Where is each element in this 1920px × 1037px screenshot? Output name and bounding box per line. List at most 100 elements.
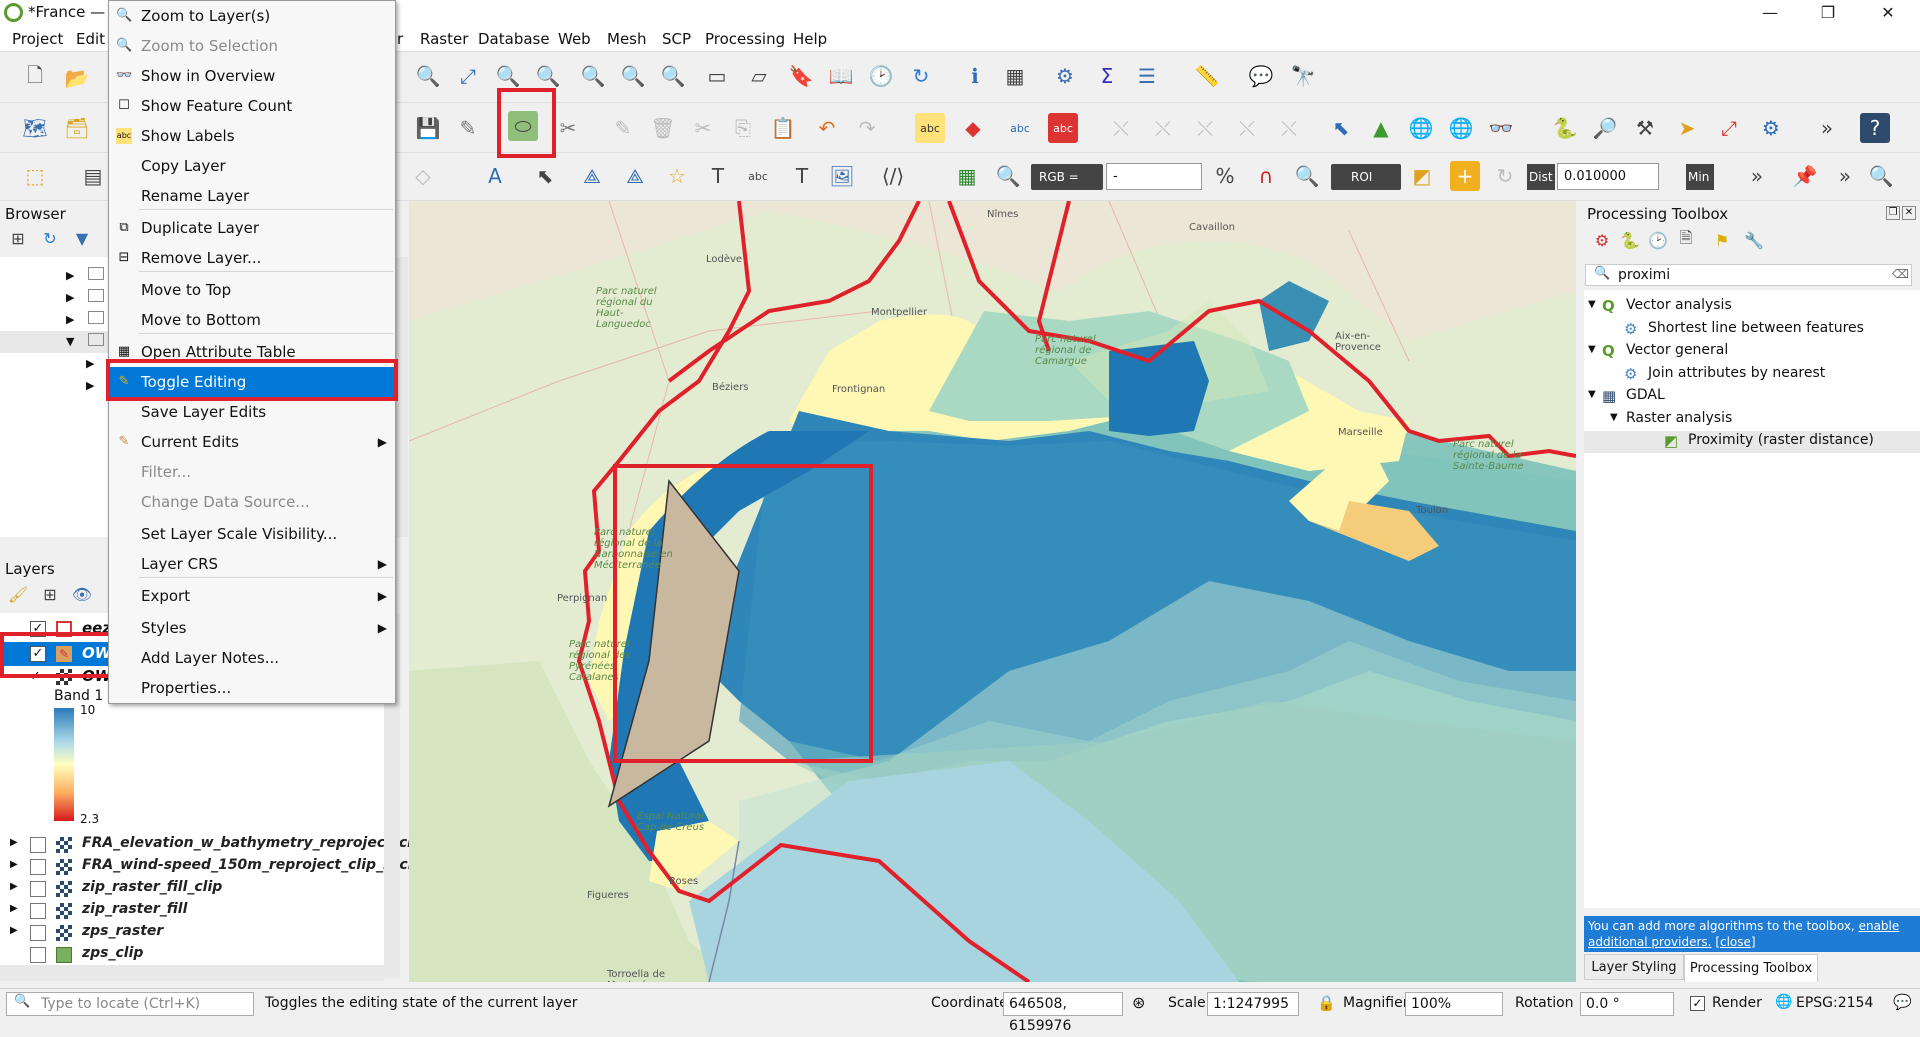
expand-arrow-icon[interactable]: ▶	[66, 313, 74, 326]
zoom-layer-icon[interactable]: 🔍	[493, 61, 523, 91]
toolbox-tree-item[interactable]: ▼ ▦ GDAL	[1584, 386, 1920, 408]
pointer-icon[interactable]: ⤢	[1714, 113, 1744, 143]
map-tips-icon[interactable]: 🔭	[1288, 61, 1318, 91]
locator-input[interactable]: Type to locate (Ctrl+K)	[6, 992, 254, 1016]
magnifier-field[interactable]: 100%	[1405, 992, 1503, 1016]
help-icon[interactable]: ?	[1860, 113, 1890, 143]
cut-icon[interactable]: ✂	[688, 113, 718, 143]
label-pin-icon[interactable]: abc	[1005, 113, 1035, 143]
layer-row[interactable]: ▶ zip_raster_fill_clip	[0, 878, 384, 900]
modify-attributes-icon[interactable]: ✎	[608, 113, 638, 143]
visibility-icon[interactable]: 👁	[69, 581, 95, 607]
toolbox-tree-item[interactable]: ⚙ Join attributes by nearest	[1584, 364, 1920, 386]
expand-arrow-icon[interactable]: ▶	[86, 379, 94, 392]
tools-icon[interactable]: ⚒	[1630, 113, 1660, 143]
roi-zoom-icon[interactable]: 🔍	[1292, 161, 1322, 191]
select-icon[interactable]: ⬚	[20, 161, 50, 191]
copy-icon[interactable]: ⎘	[728, 113, 758, 143]
undo-icon[interactable]: ↶	[812, 113, 842, 143]
menu-edit[interactable]: Edit	[76, 30, 105, 48]
zoom-next-icon[interactable]: 🔍	[658, 61, 688, 91]
abc-icon[interactable]: abc	[743, 161, 773, 191]
menu-processing[interactable]: Processing	[705, 30, 785, 48]
context-item-show-labels[interactable]: abc Show Labels	[109, 121, 395, 151]
layer-row[interactable]: zps_clip	[0, 944, 384, 966]
context-item-properties[interactable]: Properties...	[109, 673, 395, 703]
rotation-field[interactable]: 0.0 °	[1580, 992, 1674, 1016]
results-icon[interactable]: 🗎	[1673, 227, 1699, 253]
layer-row[interactable]: ▶ zip_raster_fill	[0, 900, 384, 922]
context-item-zoom-to-layer-s[interactable]: 🔍 Zoom to Layer(s)	[109, 1, 395, 31]
context-item-set-layer-scale-visibility[interactable]: Set Layer Scale Visibility...	[109, 519, 395, 549]
collapse-arrow-icon[interactable]: ▼	[1588, 389, 1596, 400]
map-canvas[interactable]: Nîmes Montpellier Lodève Parc naturel régio…	[409, 201, 1576, 982]
coordinate-field[interactable]: 646508, 6159976	[1003, 992, 1123, 1034]
bookmarks-icon[interactable]: 📖	[826, 61, 856, 91]
scp-zoom-icon[interactable]: 🔍	[993, 161, 1023, 191]
menu-scp[interactable]: SCP	[662, 30, 691, 48]
new-3d-view-icon[interactable]: ▱	[744, 61, 774, 91]
new-project-icon[interactable]: 🗋	[20, 63, 50, 93]
node-icon[interactable]: ⟁	[577, 161, 607, 191]
models-icon[interactable]: ⚙	[1589, 227, 1615, 253]
expand-arrow-icon[interactable]: ▶	[10, 925, 18, 936]
toolbar-more-icon[interactable]: »	[1812, 113, 1842, 143]
layers-hscrollbar[interactable]	[0, 965, 384, 981]
processing-gear-icon[interactable]: ⚙	[1050, 61, 1080, 91]
context-item-move-to-bottom[interactable]: Move to Bottom	[109, 305, 395, 335]
table-icon[interactable]: ☰	[1132, 61, 1162, 91]
edge-icon[interactable]: ⟁	[620, 161, 650, 191]
zoom-out-icon[interactable]: 🔍	[413, 61, 443, 91]
close-button[interactable]: ✕	[1865, 1, 1911, 25]
context-item-current-edits[interactable]: ✎ Current Edits ▶	[109, 427, 395, 457]
layer-style-icon[interactable]: 🖌	[5, 581, 31, 607]
delete-selected-icon[interactable]: 🗑	[648, 113, 678, 143]
annotation-icon[interactable]: 💬	[1246, 61, 1276, 91]
collapse-arrow-icon[interactable]: ▼	[1588, 299, 1596, 310]
tab-layer-styling[interactable]: Layer Styling	[1584, 954, 1684, 980]
python-icon[interactable]: 🐍	[1550, 113, 1580, 143]
options-wrench-icon[interactable]: 🔧	[1741, 227, 1767, 253]
collapse-arrow-icon[interactable]: ▼	[66, 335, 74, 348]
toolbox-tree-item[interactable]: ▼ Q Vector general	[1584, 341, 1920, 363]
label-move-icon[interactable]: ⤬	[1106, 113, 1136, 143]
cursor-icon[interactable]: ⬉	[530, 161, 560, 191]
layer-checkbox[interactable]	[30, 925, 46, 941]
digitize-icon[interactable]: ✎	[453, 113, 483, 143]
measure-icon[interactable]: 📏	[1192, 61, 1222, 91]
zoom-full-icon[interactable]: ⤢	[453, 61, 483, 91]
layer-checkbox[interactable]	[30, 881, 46, 897]
toolbox-tree-item[interactable]: ▼ Q Vector analysis	[1584, 296, 1920, 318]
bookmark-icon[interactable]: 🔖	[786, 61, 816, 91]
attribute-table-icon[interactable]: ▦	[1000, 61, 1030, 91]
context-item-rename-layer[interactable]: Rename Layer	[109, 181, 395, 211]
temporal-icon[interactable]: 🕑	[866, 61, 896, 91]
layer-row[interactable]: ▶ FRA_wind-speed_150m_reproject_clip_recl…	[0, 856, 422, 878]
toolbox-search-input[interactable]: 🔍 proximi ⌫	[1585, 264, 1912, 286]
context-item-show-feature-count[interactable]: ☐ Show Feature Count	[109, 91, 395, 121]
stats-icon[interactable]: ▤	[78, 161, 108, 191]
menu-database[interactable]: Database	[478, 30, 550, 48]
label-show-icon[interactable]: ⤬	[1232, 113, 1262, 143]
context-item-duplicate-layer[interactable]: ⧉ Duplicate Layer	[109, 213, 395, 243]
toolbox-tree-item[interactable]: ▼ Raster analysis	[1584, 409, 1920, 431]
float-panel-icon[interactable]: ❐	[1886, 206, 1900, 220]
label-hide-icon[interactable]: abc	[1048, 113, 1078, 143]
plugin-icon[interactable]: ➤	[1672, 113, 1702, 143]
add-group-icon[interactable]: ⊞	[37, 581, 63, 607]
text-box-icon[interactable]: T	[787, 161, 817, 191]
expand-arrow-icon[interactable]: ▶	[66, 291, 74, 304]
clear-search-icon[interactable]: ⌫	[1892, 267, 1909, 281]
context-item-save-layer-edits[interactable]: Save Layer Edits	[109, 397, 395, 427]
text-point-icon[interactable]: T	[703, 161, 733, 191]
shape-icon[interactable]: ◇	[408, 161, 438, 191]
lock-scale-icon[interactable]: 🔒	[1317, 994, 1336, 1012]
dist-spinbox[interactable]: 0.010000	[1557, 163, 1659, 190]
context-item-styles[interactable]: Styles ▶	[109, 613, 395, 643]
menu-web[interactable]: Web	[558, 30, 591, 48]
messages-icon[interactable]: 💬	[1893, 993, 1912, 1011]
browser-refresh-icon[interactable]: ↻	[37, 225, 63, 251]
close-info-link[interactable]: [close]	[1715, 935, 1755, 949]
restore-button[interactable]: ❐	[1805, 1, 1851, 25]
menu-project[interactable]: Project	[12, 30, 63, 48]
